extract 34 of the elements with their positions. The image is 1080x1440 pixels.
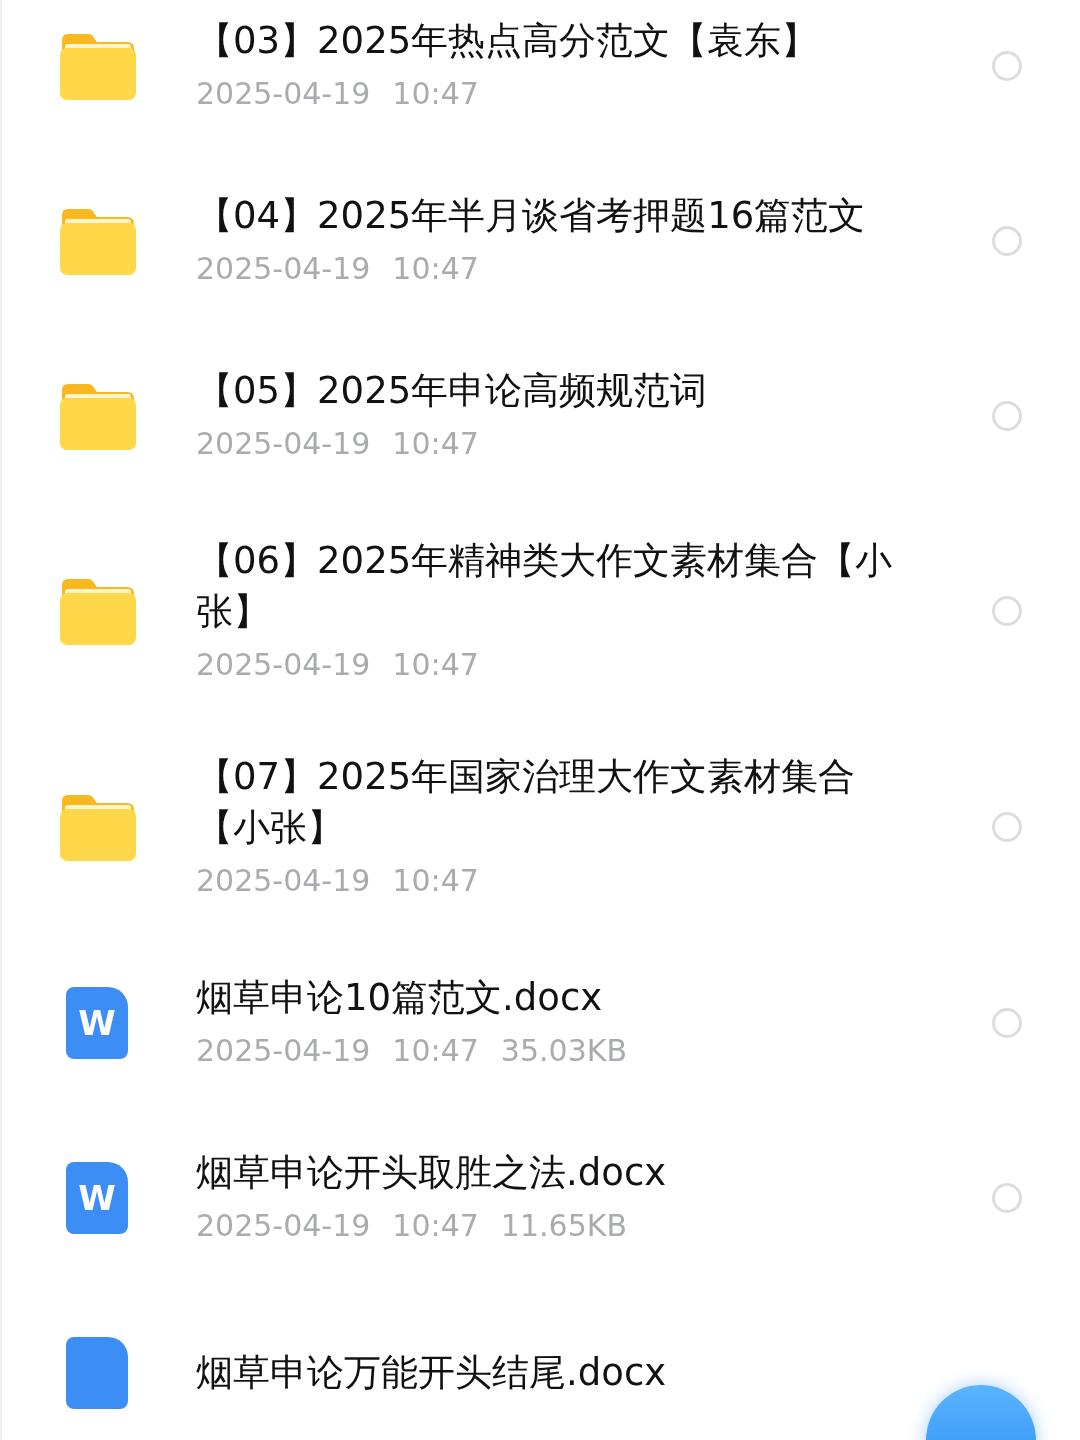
file-name: 【07】2025年国家治理大作文素材集合【小张】 bbox=[196, 754, 857, 851]
select-radio[interactable] bbox=[992, 1182, 1022, 1213]
word-document-icon: W bbox=[66, 986, 128, 1059]
file-name: 【04】2025年半月谈省考押题16篇范文 bbox=[196, 193, 867, 239]
file-time: 10:47 bbox=[392, 1207, 479, 1245]
file-time: 10:47 bbox=[392, 646, 479, 684]
file-name: 烟草申论开头取胜之法.docx bbox=[196, 1150, 668, 1196]
file-time: 10:47 bbox=[392, 1032, 479, 1070]
file-date: 2025-04-19 bbox=[196, 646, 371, 684]
file-size: 35.03KB bbox=[500, 1032, 627, 1070]
file-date: 2025-04-19 bbox=[196, 1032, 371, 1070]
file-size: 11.65KB bbox=[500, 1207, 627, 1245]
file-time: 10:47 bbox=[392, 250, 479, 288]
file-time: 10:47 bbox=[392, 862, 479, 900]
select-radio[interactable] bbox=[992, 225, 1022, 256]
word-document-icon bbox=[66, 1336, 128, 1409]
select-radio[interactable] bbox=[992, 400, 1022, 431]
file-name: 【06】2025年精神类大作文素材集合【小张】 bbox=[196, 538, 894, 635]
file-date: 2025-04-19 bbox=[196, 250, 371, 288]
file-name: 【05】2025年申论高频规范词 bbox=[196, 368, 709, 414]
select-radio[interactable] bbox=[992, 596, 1022, 626]
select-radio[interactable] bbox=[992, 1007, 1022, 1038]
file-name: 烟草申论10篇范文.docx bbox=[196, 975, 604, 1021]
file-date: 2025-04-19 bbox=[196, 1207, 371, 1245]
file-name: 【03】2025年热点高分范文【袁东】 bbox=[196, 18, 820, 64]
file-name: 烟草申论万能开头结尾.docx bbox=[196, 1350, 668, 1396]
file-time: 10:47 bbox=[392, 75, 479, 113]
select-radio[interactable] bbox=[992, 50, 1022, 81]
file-date: 2025-04-19 bbox=[196, 75, 371, 113]
word-document-icon: W bbox=[66, 1161, 128, 1234]
select-radio[interactable] bbox=[992, 812, 1022, 842]
file-date: 2025-04-19 bbox=[196, 425, 371, 463]
file-date: 2025-04-19 bbox=[196, 862, 371, 900]
file-time: 10:47 bbox=[392, 425, 479, 463]
